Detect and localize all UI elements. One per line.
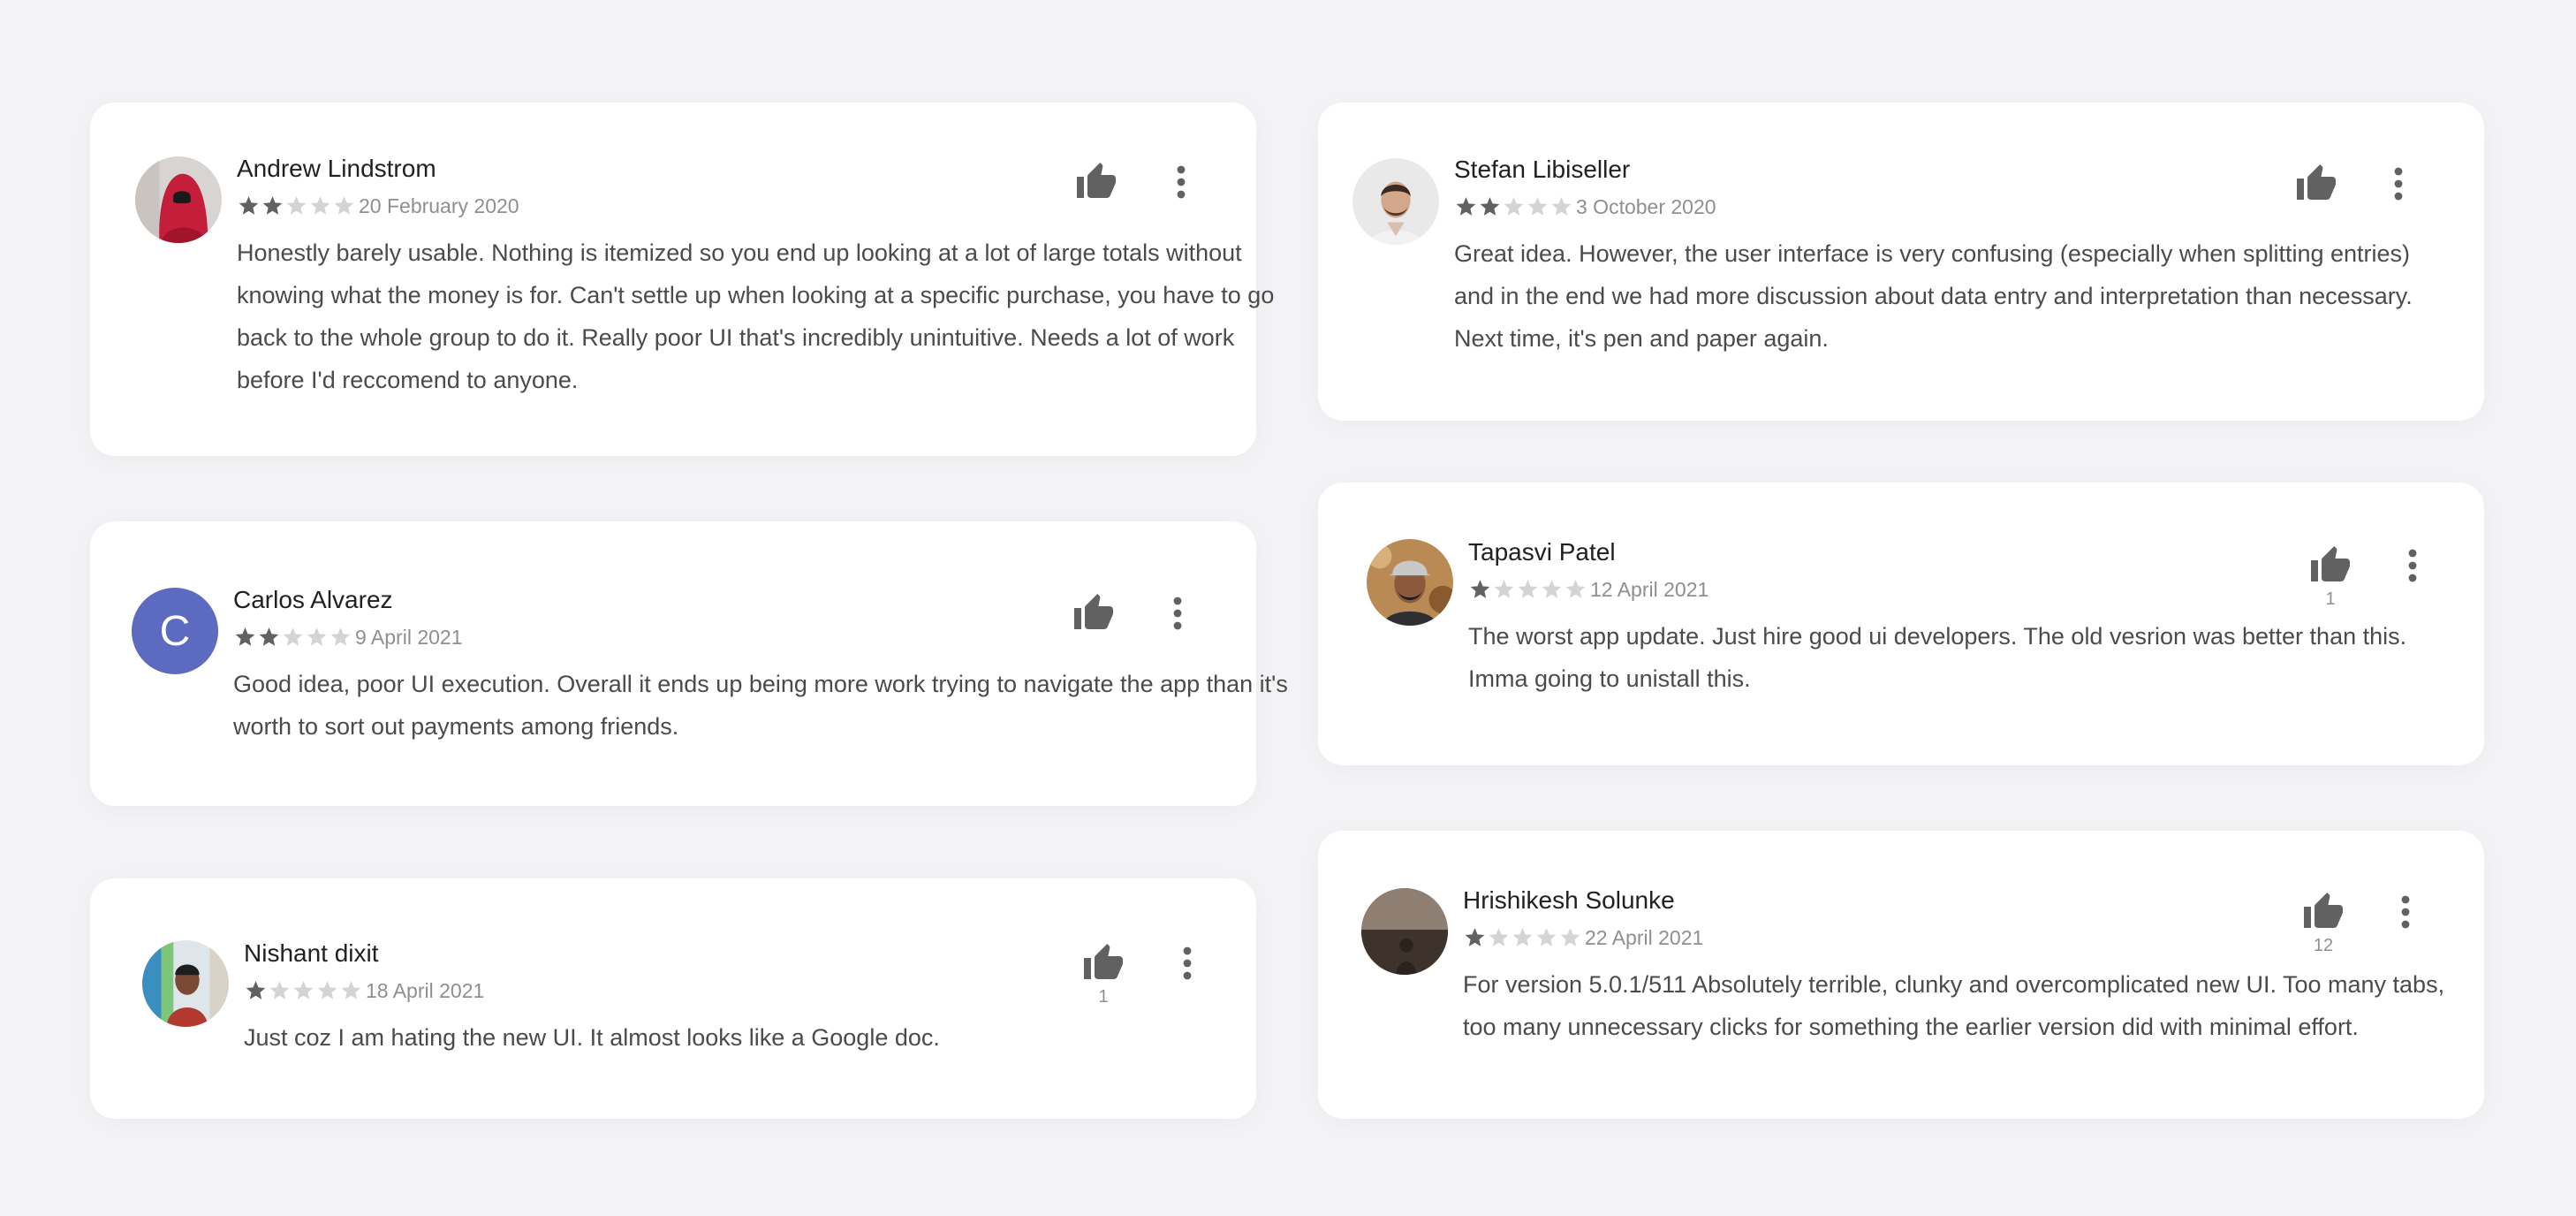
star-filled-icon	[1468, 578, 1492, 601]
avatar	[135, 156, 222, 243]
reviewer-name: Carlos Alvarez	[233, 585, 1302, 615]
more-options-button[interactable]	[2388, 891, 2423, 933]
review-text: For version 5.0.1/511 Absolutely terribl…	[1463, 963, 2461, 1048]
avatar	[1361, 888, 1448, 975]
star-rating	[1454, 195, 1573, 218]
like-count: 12	[2302, 935, 2345, 956]
more-vert-icon	[2395, 544, 2430, 587]
like-button[interactable]: 1	[1082, 942, 1125, 1007]
review-card: Hrishikesh Solunke 22 April 2021 For ver…	[1318, 831, 2484, 1119]
review-date: 3 October 2020	[1576, 195, 1716, 219]
star-empty-icon	[268, 979, 292, 1002]
more-vert-icon	[1160, 592, 1195, 635]
avatar	[1367, 539, 1453, 626]
star-empty-icon	[329, 626, 352, 649]
star-empty-icon	[281, 626, 305, 649]
more-options-button[interactable]	[1160, 592, 1195, 635]
star-empty-icon	[1487, 926, 1511, 949]
avatar	[1352, 158, 1439, 245]
more-vert-icon	[1170, 942, 1205, 984]
review-card: C Carlos Alvarez 9 April 2021 Good idea,…	[90, 521, 1256, 806]
star-rating	[1463, 926, 1582, 949]
more-options-button[interactable]	[1163, 161, 1199, 203]
review-text: Great idea. However, the user interface …	[1454, 232, 2443, 360]
review-text: Honestly barely usable. Nothing is itemi…	[237, 232, 1306, 401]
thumb-up-icon	[1082, 942, 1125, 984]
more-options-button[interactable]	[2395, 544, 2430, 587]
more-vert-icon	[2388, 891, 2423, 933]
star-rating	[1468, 578, 1587, 601]
star-empty-icon	[1492, 578, 1516, 601]
star-empty-icon	[339, 979, 363, 1002]
review-date: 12 April 2021	[1590, 578, 1708, 602]
more-options-button[interactable]	[2381, 163, 2416, 205]
more-options-button[interactable]	[1170, 942, 1205, 984]
avatar	[142, 940, 229, 1027]
star-filled-icon	[1463, 926, 1487, 949]
review-date: 22 April 2021	[1585, 926, 1703, 950]
review-date: 9 April 2021	[355, 626, 462, 650]
review-card: Andrew Lindstrom 20 February 2020 Honest…	[90, 103, 1256, 456]
review-card: Nishant dixit 18 April 2021 Just coz I a…	[90, 878, 1256, 1119]
star-empty-icon	[1511, 926, 1534, 949]
star-filled-icon	[244, 979, 268, 1002]
star-empty-icon	[315, 979, 339, 1002]
review-card: Tapasvi Patel 12 April 2021 The worst ap…	[1318, 483, 2484, 765]
review-text: Just coz I am hating the new UI. It almo…	[244, 1016, 1127, 1059]
like-button[interactable]	[2295, 163, 2337, 228]
star-filled-icon	[237, 194, 261, 217]
more-vert-icon	[1163, 161, 1199, 203]
star-empty-icon	[332, 194, 356, 217]
thumb-up-icon	[2302, 891, 2345, 933]
thumb-up-icon	[1075, 161, 1118, 203]
thumb-up-icon	[2295, 163, 2337, 205]
star-rating	[233, 626, 352, 649]
star-empty-icon	[1502, 195, 1526, 218]
like-button[interactable]: 12	[2302, 891, 2345, 956]
avatar: C	[132, 588, 218, 674]
like-button[interactable]	[1075, 161, 1118, 226]
star-empty-icon	[1534, 926, 1558, 949]
star-rating	[244, 979, 363, 1002]
star-empty-icon	[308, 194, 332, 217]
more-vert-icon	[2381, 163, 2416, 205]
star-empty-icon	[1564, 578, 1587, 601]
star-filled-icon	[1454, 195, 1478, 218]
like-count	[1075, 205, 1118, 226]
star-empty-icon	[1549, 195, 1573, 218]
reviewer-name: Nishant dixit	[244, 939, 1127, 969]
star-filled-icon	[1478, 195, 1502, 218]
reviewer-name: Andrew Lindstrom	[237, 154, 1306, 184]
like-count	[1072, 636, 1115, 657]
star-empty-icon	[1558, 926, 1582, 949]
star-empty-icon	[1526, 195, 1549, 218]
review-date: 20 February 2020	[359, 194, 519, 218]
like-count: 1	[2309, 589, 2352, 610]
thumb-up-icon	[1072, 592, 1115, 635]
like-count: 1	[1082, 986, 1125, 1007]
thumb-up-icon	[2309, 544, 2352, 587]
star-rating	[237, 194, 356, 217]
star-empty-icon	[1516, 578, 1540, 601]
review-text: Good idea, poor UI execution. Overall it…	[233, 663, 1302, 748]
star-filled-icon	[261, 194, 284, 217]
like-button[interactable]	[1072, 592, 1115, 657]
star-empty-icon	[1540, 578, 1564, 601]
star-filled-icon	[257, 626, 281, 649]
star-empty-icon	[284, 194, 308, 217]
review-date: 18 April 2021	[366, 979, 484, 1003]
star-empty-icon	[292, 979, 315, 1002]
review-text: The worst app update. Just hire good ui …	[1468, 615, 2458, 700]
review-card: Stefan Libiseller 3 October 2020 Great i…	[1318, 103, 2484, 421]
like-button[interactable]: 1	[2309, 544, 2352, 610]
star-filled-icon	[233, 626, 257, 649]
like-count	[2295, 207, 2337, 228]
star-empty-icon	[305, 626, 329, 649]
